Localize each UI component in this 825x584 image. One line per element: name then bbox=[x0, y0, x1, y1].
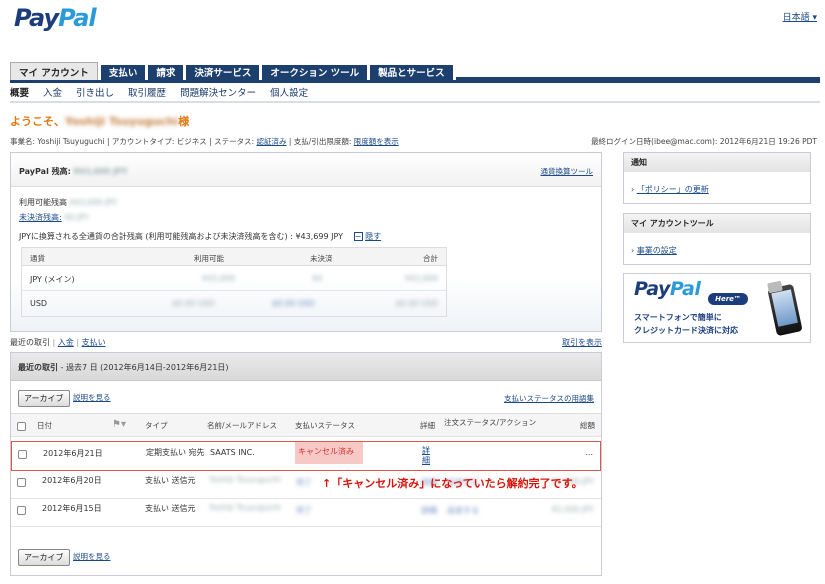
subnav-add-funds[interactable]: 入金 bbox=[43, 85, 62, 99]
recent-in-link[interactable]: 入金 bbox=[58, 338, 74, 347]
subnav-history[interactable]: 取引履歴 bbox=[128, 85, 166, 99]
welcome-heading: ようこそ、Yoshiji Tsuyuguchi様 bbox=[10, 115, 190, 128]
account-tools-title: マイ アカウントツール bbox=[624, 214, 810, 233]
subnav-profile[interactable]: 個人設定 bbox=[270, 85, 308, 99]
transactions-panel: 最近の取引 - 過去7 日 (2012年6月14日-2012年6月21日) アー… bbox=[10, 352, 602, 576]
language-selector[interactable]: 日本語 ▾ bbox=[783, 10, 817, 23]
ad-line-2: クレジットカード決済に対応 bbox=[634, 326, 738, 335]
transactions-period: - 過去7 日 (2012年6月14日-2012年6月21日) bbox=[58, 363, 229, 372]
balance-panel: PayPal 残高: ¥43,699 JPY 通貨換算ツール 利用可能残高 ¥4… bbox=[10, 152, 602, 332]
status-glossary-link[interactable]: 支払いステータスの用語集 bbox=[504, 393, 594, 404]
business-settings-link[interactable]: 事業の設定 bbox=[637, 246, 677, 255]
currency-table-header: 通貨 利用可能 未決済 合計 bbox=[22, 248, 446, 266]
help-link-bottom[interactable]: 説明を見る bbox=[73, 551, 111, 562]
collapse-icon[interactable]: − bbox=[353, 232, 363, 241]
row-checkbox[interactable] bbox=[18, 450, 27, 459]
policy-update-link[interactable]: 「ポリシー」の更新 bbox=[637, 185, 709, 194]
account-info: 事業名: Yoshiji Tsuyuguchi | アカウントタイプ: ビジネス… bbox=[10, 137, 399, 146]
ad-line-1: スマートフォンで簡単に bbox=[634, 313, 722, 322]
archive-button[interactable]: アーカイブ bbox=[18, 390, 70, 407]
select-all-checkbox[interactable] bbox=[17, 422, 26, 431]
notice-panel: 通知 › 「ポリシー」の更新 bbox=[623, 152, 811, 204]
ad-logo: PayPal bbox=[634, 278, 701, 300]
transactions-title: 最近の取引 bbox=[18, 363, 58, 372]
table-row[interactable]: 2012年6月21日 定期支払い 宛先 SAATS INC. キャンセル済み 詳… bbox=[11, 441, 601, 471]
balance-title-value: ¥43,699 JPY bbox=[73, 167, 128, 176]
pending-link[interactable]: 未決済残高: bbox=[19, 213, 62, 222]
row-checkbox[interactable] bbox=[17, 478, 26, 487]
status-link[interactable]: 認証済み bbox=[257, 137, 287, 146]
business-name: Yoshiji Tsuyuguchi bbox=[37, 137, 105, 146]
main-tabs: マイ アカウント 支払い 請求 決済サービス オークション ツール 製品とサービ… bbox=[10, 62, 820, 81]
row-checkbox[interactable] bbox=[17, 506, 26, 515]
available-balance: 利用可能残高 ¥43,699 JPY bbox=[19, 198, 118, 207]
tab-merchant-services[interactable]: 決済サービス bbox=[186, 65, 260, 81]
tab-underline bbox=[10, 80, 820, 83]
subnav-overview[interactable]: 概要 bbox=[10, 85, 29, 99]
sub-navigation: 概要 入金 引き出し 取引履歴 問題解決センター 個人設定 bbox=[10, 85, 308, 99]
hide-link[interactable]: 隠す bbox=[365, 232, 381, 241]
paypal-here-ad[interactable]: PayPal Here™ スマートフォンで簡単に クレジットカード決済に対応 bbox=[623, 273, 811, 343]
language-label: 日本語 bbox=[782, 13, 810, 23]
pending-balance: 未決済残高: ¥0 JPY bbox=[19, 213, 89, 222]
tab-payments[interactable]: 支払い bbox=[100, 65, 146, 81]
here-badge: Here™ bbox=[708, 293, 748, 305]
help-link[interactable]: 説明を見る bbox=[73, 392, 111, 403]
subnav-resolution-center[interactable]: 問題解決センター bbox=[180, 85, 256, 99]
view-limits-link[interactable]: 限度額を表示 bbox=[354, 137, 399, 146]
user-name: Yoshiji Tsuyuguchi bbox=[65, 115, 179, 128]
last-login: 最終ログイン日時(ibee@mac.com): 2012年6月21日 19:26… bbox=[591, 137, 817, 146]
subnav-withdraw[interactable]: 引き出し bbox=[76, 85, 114, 99]
account-tools-panel: マイ アカウントツール › 事業の設定 bbox=[623, 213, 811, 265]
table-row[interactable]: 2012年6月15日 支払い 送信元 Yoshiji Tsuyuguchi 完了… bbox=[11, 499, 601, 527]
recent-out-link[interactable]: 支払い bbox=[82, 338, 106, 347]
paypal-logo: PayPal bbox=[14, 4, 97, 32]
status-cancelled: キャンセル済み bbox=[295, 442, 363, 464]
currency-row: USD $0.00 USD $0.00 USD $0.00 USD bbox=[30, 299, 438, 308]
tab-my-account[interactable]: マイ アカウント bbox=[10, 62, 98, 81]
chevron-down-icon: ▾ bbox=[812, 13, 817, 23]
currency-table: 通貨 利用可能 未決済 合計 JPY (メイン) ¥43,699 ¥0 ¥43,… bbox=[21, 247, 447, 317]
view-all-transactions-link[interactable]: 取引を表示 bbox=[562, 337, 602, 348]
details-link[interactable]: 詳細 bbox=[422, 446, 432, 466]
tab-products-services[interactable]: 製品とサービス bbox=[370, 65, 453, 81]
balance-title: PayPal 残高: ¥43,699 JPY bbox=[19, 167, 128, 176]
archive-button-bottom[interactable]: アーカイブ bbox=[18, 549, 70, 566]
recent-activity-nav: 最近の取引 | 入金 | 支払い bbox=[10, 338, 106, 347]
cancellation-annotation: ↑「キャンセル済み」になっていたら解約完了です。 bbox=[322, 477, 583, 490]
flag-icon[interactable]: ⚑▾ bbox=[112, 419, 126, 430]
tab-request[interactable]: 請求 bbox=[148, 65, 184, 81]
transactions-header: 最近の取引 - 過去7 日 (2012年6月14日-2012年6月21日) bbox=[11, 353, 601, 381]
currency-converter-link[interactable]: 通貨換算ツール bbox=[541, 166, 594, 177]
total-balance: JPYに換算される全通貨の合計残高 (利用可能残高および未決済残高を含む) : … bbox=[19, 232, 382, 241]
tab-auction-tools[interactable]: オークション ツール bbox=[262, 65, 368, 81]
currency-row: JPY (メイン) ¥43,699 ¥0 ¥43,699 bbox=[22, 266, 446, 291]
subnav-divider bbox=[10, 101, 820, 103]
transactions-column-header: 日付 ⚑▾ タイプ 名前/メールアドレス 支払いステータス 詳細 注文ステータス… bbox=[11, 413, 601, 437]
notice-title: 通知 bbox=[624, 153, 810, 172]
